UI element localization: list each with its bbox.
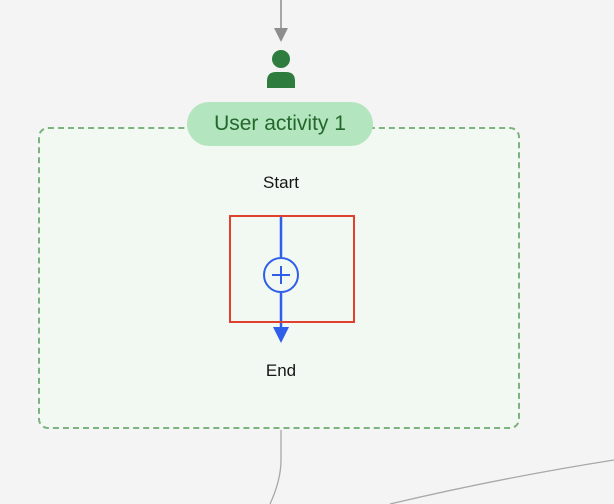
workflow-canvas[interactable]: User activity 1 Start End xyxy=(0,0,614,504)
arrow-down-icon xyxy=(273,327,289,343)
selection-highlight xyxy=(229,215,355,323)
